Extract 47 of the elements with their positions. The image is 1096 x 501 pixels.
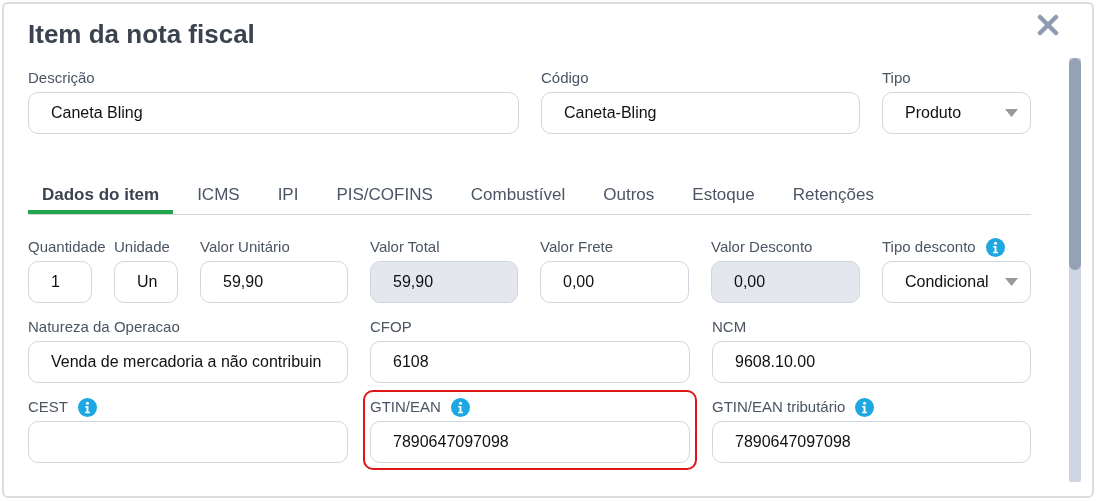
input-field[interactable]: Caneta Bling — [28, 92, 519, 134]
input-field[interactable]: Caneta-Bling — [541, 92, 860, 134]
input-field[interactable]: 7890647097098 — [370, 421, 690, 463]
input-field[interactable] — [28, 421, 348, 463]
field-label: Tipo — [882, 67, 911, 88]
input-field[interactable]: Venda de mercadoria a não contribuin — [28, 341, 348, 383]
info-icon[interactable] — [855, 397, 875, 417]
info-icon[interactable] — [450, 397, 470, 417]
field-label: Valor Frete — [540, 236, 614, 257]
tab[interactable]: IPI — [263, 180, 313, 214]
tab[interactable]: Estoque — [678, 180, 769, 214]
input-field[interactable]: Un — [114, 261, 178, 303]
dialog-title: Item da nota fiscal — [28, 18, 256, 51]
tab[interactable]: Outros — [589, 180, 669, 214]
select-field[interactable]: Condicional — [882, 261, 1031, 303]
input-field[interactable]: 6108 — [370, 341, 690, 383]
field-label: Tipo desconto — [882, 236, 976, 257]
field-label: Unidade — [114, 236, 170, 257]
tab[interactable]: ICMS — [183, 180, 254, 214]
field-label: Descrição — [28, 67, 95, 88]
input-field[interactable]: 59,90 — [200, 261, 348, 303]
field-label: Valor Total — [370, 236, 440, 257]
tab[interactable]: Retenções — [778, 180, 888, 214]
field-label: NCM — [712, 316, 747, 337]
scrollbar[interactable] — [1069, 58, 1081, 482]
input-field[interactable]: 7890647097098 — [712, 421, 1031, 463]
field-label: Código — [541, 67, 589, 88]
field-label: Valor Desconto — [711, 236, 813, 257]
field-label: CFOP — [370, 316, 412, 337]
select-field[interactable]: Produto — [882, 92, 1031, 134]
field-label: GTIN/EAN — [370, 396, 441, 417]
input-field[interactable]: 0,00 — [540, 261, 689, 303]
tab[interactable]: Dados do item — [28, 180, 174, 214]
field-label: Quantidade — [28, 236, 106, 257]
input-field[interactable]: 1 — [28, 261, 92, 303]
close-icon[interactable] — [1037, 14, 1059, 36]
input-field[interactable]: 9608.10.00 — [712, 341, 1031, 383]
field-label: CEST — [28, 396, 68, 417]
dropdown-caret-icon — [1005, 278, 1018, 286]
field-label: Natureza da Operacao — [28, 316, 180, 337]
field-label: GTIN/EAN tributário — [712, 396, 846, 417]
info-icon[interactable] — [985, 237, 1005, 257]
tab[interactable]: PIS/COFINS — [322, 180, 447, 214]
tab[interactable]: Combustível — [456, 180, 580, 214]
dropdown-caret-icon — [1005, 109, 1018, 117]
field-label: Valor Unitário — [200, 236, 290, 257]
info-icon[interactable] — [78, 397, 97, 417]
